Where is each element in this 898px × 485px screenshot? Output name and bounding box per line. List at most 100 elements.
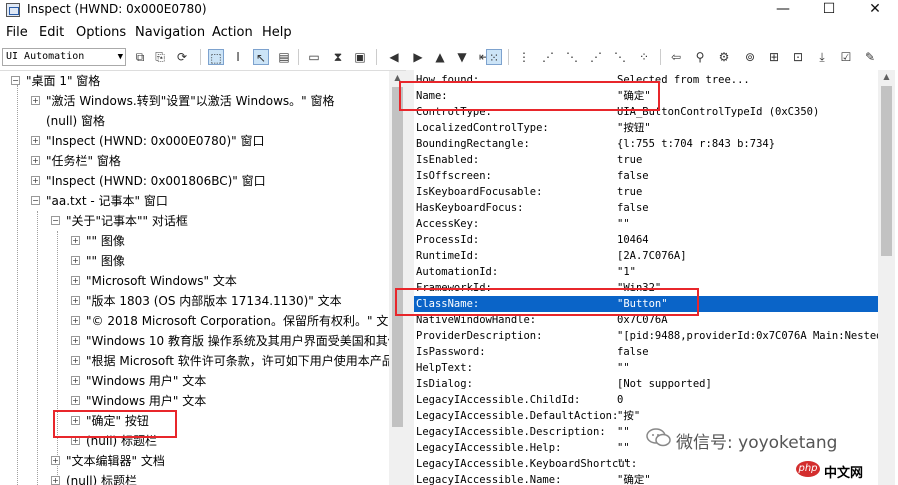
highlight-rect-icon[interactable]: ▭ [306, 49, 322, 65]
expand-icon[interactable]: + [31, 156, 40, 165]
scrollbar-thumb[interactable] [881, 86, 892, 256]
mode-select[interactable]: UI Automation ▼ [2, 48, 126, 66]
panel-splitter[interactable] [406, 70, 414, 485]
menu-action[interactable]: Action [212, 25, 253, 40]
expand-icon[interactable]: ⊞ [766, 49, 782, 65]
watch-focus-icon[interactable]: ⬚ [208, 49, 224, 65]
property-row[interactable]: HelpText: "" [414, 360, 878, 376]
tree-node[interactable]: + "Windows 用户" 文本 [71, 391, 206, 411]
tree-node[interactable]: + "Microsoft Windows" 文本 [71, 271, 237, 291]
show-highlight-icon[interactable]: ▣ [352, 49, 368, 65]
copy-icon[interactable]: ⧉ [132, 49, 148, 65]
tree-node[interactable]: − "桌面 1" 窗格 [11, 71, 100, 91]
property-row[interactable]: How found: Selected from tree... [414, 72, 878, 88]
expand-icon[interactable]: + [71, 296, 80, 305]
tree-node[interactable]: + "根据 Microsoft 软件许可条款，许可如下用户使用本产品 [71, 351, 394, 371]
tree-node[interactable]: (null) 窗格 [31, 111, 105, 131]
scrollbar-thumb[interactable] [392, 87, 403, 427]
property-row[interactable]: NativeWindowHandle: 0x7C076A [414, 312, 878, 328]
property-row[interactable]: IsPassword: false [414, 344, 878, 360]
expand-icon[interactable]: + [31, 136, 40, 145]
tree-scrollbar[interactable]: ▲ [389, 71, 406, 485]
menu-options[interactable]: Options [76, 25, 126, 40]
property-row[interactable]: Name: "确定" [414, 88, 878, 104]
expand-icon[interactable]: + [71, 436, 80, 445]
collapse-icon[interactable]: − [51, 216, 60, 225]
menu-edit[interactable]: Edit [39, 25, 64, 40]
expand-icon[interactable]: + [71, 256, 80, 265]
property-row[interactable]: FrameworkId: "Win32" [414, 280, 878, 296]
watch-cursor-icon[interactable]: ↖ [253, 49, 269, 65]
tree-node[interactable]: + "" 图像 [71, 231, 125, 251]
tree-node[interactable]: + "版本 1803 (OS 内部版本 17134.1130)" 文本 [71, 291, 342, 311]
select-icon[interactable]: ☑ [838, 49, 854, 65]
tree-node[interactable]: + "Inspect (HWND: 0x001806BC)" 窗口 [31, 171, 266, 191]
tree-node[interactable]: + "文本编辑器" 文档 [51, 451, 165, 471]
tree-node[interactable]: − "关于"记事本"" 对话框 [51, 211, 188, 231]
expand-icon[interactable]: + [71, 396, 80, 405]
tree-node[interactable]: + "确定" 按钮 [71, 411, 149, 431]
first-child-icon[interactable]: ⋰ [540, 49, 556, 65]
element-tree[interactable]: − "桌面 1" 窗格 + "激活 Windows.转到"设置"以激活 Windows… [0, 70, 406, 485]
tree-node[interactable]: + "" 图像 [71, 251, 125, 271]
tree-node[interactable]: + "Windows 10 教育版 操作系统及其用户界面受美国和其他 [71, 331, 400, 351]
expand-icon[interactable]: + [71, 236, 80, 245]
collapse-icon[interactable]: − [31, 196, 40, 205]
expand-icon[interactable]: + [71, 316, 80, 325]
last-child-icon[interactable]: ⋱ [612, 49, 628, 65]
scroll-up-icon[interactable]: ▲ [389, 71, 406, 85]
property-row[interactable]: ProviderDescription: "[pid:9488,providerI… [414, 328, 883, 344]
property-row[interactable]: ClassName: "Button" [414, 296, 878, 312]
tree-node[interactable]: + (null) 标题栏 [71, 431, 157, 451]
tree-node[interactable]: + "任务栏" 窗格 [31, 151, 121, 171]
nav-right-icon[interactable]: ▶ [410, 49, 426, 65]
prev-sibling-icon[interactable]: ⋰ [588, 49, 604, 65]
tree-node[interactable]: + (null) 标题栏 [51, 471, 137, 485]
expand-icon[interactable]: + [31, 96, 40, 105]
expand-icon[interactable]: + [71, 336, 80, 345]
nav-up-icon[interactable]: ▲ [432, 49, 448, 65]
maximize-button[interactable]: ☐ [806, 0, 852, 20]
expand-icon[interactable]: + [51, 456, 60, 465]
pin-icon[interactable]: ⚲ [692, 49, 708, 65]
menu-navigation[interactable]: Navigation [135, 25, 205, 40]
nav-down-icon[interactable]: ▼ [454, 49, 470, 65]
property-row[interactable]: IsEnabled: true [414, 152, 878, 168]
expand-icon[interactable]: + [71, 376, 80, 385]
properties-scrollbar[interactable]: ▲ [878, 70, 895, 485]
property-row[interactable]: RuntimeId: [2A.7C076A] [414, 248, 878, 264]
property-row[interactable]: IsOffscreen: false [414, 168, 878, 184]
settings-icon[interactable]: ⚙ [716, 49, 732, 65]
property-row[interactable]: LegacyIAccessible.DefaultAction: "按" [414, 408, 878, 424]
tree-node[interactable]: + "© 2018 Microsoft Corporation。保留所有权利。" … [71, 311, 400, 331]
tree-node[interactable]: + "Windows 用户" 文本 [71, 371, 206, 391]
refresh-icon[interactable]: ⟳ [174, 49, 190, 65]
copy-tree-icon[interactable]: ⎘ [152, 49, 168, 65]
tree-node[interactable]: + "Inspect (HWND: 0x000E0780)" 窗口 [31, 131, 264, 151]
value-icon[interactable]: ✎ [862, 49, 878, 65]
menu-help[interactable]: Help [262, 25, 292, 40]
toggle-icon[interactable]: ⊡ [790, 49, 806, 65]
property-row[interactable]: LocalizedControlType: "按钮" [414, 120, 878, 136]
property-row[interactable]: IsDialog: [Not supported] [414, 376, 878, 392]
property-row[interactable]: BoundingRectangle: {l:755 t:704 r:843 b:7… [414, 136, 878, 152]
collapse-icon[interactable]: − [11, 76, 20, 85]
properties-panel[interactable]: How found: Selected from tree... Name: "确定"… [414, 70, 898, 485]
invoke-icon[interactable]: ⊚ [742, 49, 758, 65]
property-row[interactable]: ControlType: UIA_ButtonControlTypeId (0xC… [414, 104, 878, 120]
expand-icon[interactable]: + [51, 476, 60, 485]
minimize-button[interactable]: — [760, 0, 806, 20]
property-row[interactable]: IsKeyboardFocusable: true [414, 184, 878, 200]
back-icon[interactable]: ⇦ [668, 49, 684, 65]
tree-nav-icon[interactable]: ⁙ [486, 49, 502, 65]
tooltip-icon[interactable]: ▤ [276, 49, 292, 65]
scroll-icon[interactable]: ⤓ [814, 49, 830, 65]
caret-icon[interactable]: I [230, 49, 246, 65]
property-row[interactable]: HasKeyboardFocus: false [414, 200, 878, 216]
tree-walker-icon[interactable]: ⁘ [636, 49, 652, 65]
tree-node[interactable]: − "aa.txt - 记事本" 窗口 [31, 191, 168, 211]
nav-left-icon[interactable]: ◀ [386, 49, 402, 65]
scroll-up-icon[interactable]: ▲ [878, 70, 895, 84]
property-row[interactable]: AccessKey: "" [414, 216, 878, 232]
hourglass-icon[interactable]: ⧗ [330, 49, 346, 65]
